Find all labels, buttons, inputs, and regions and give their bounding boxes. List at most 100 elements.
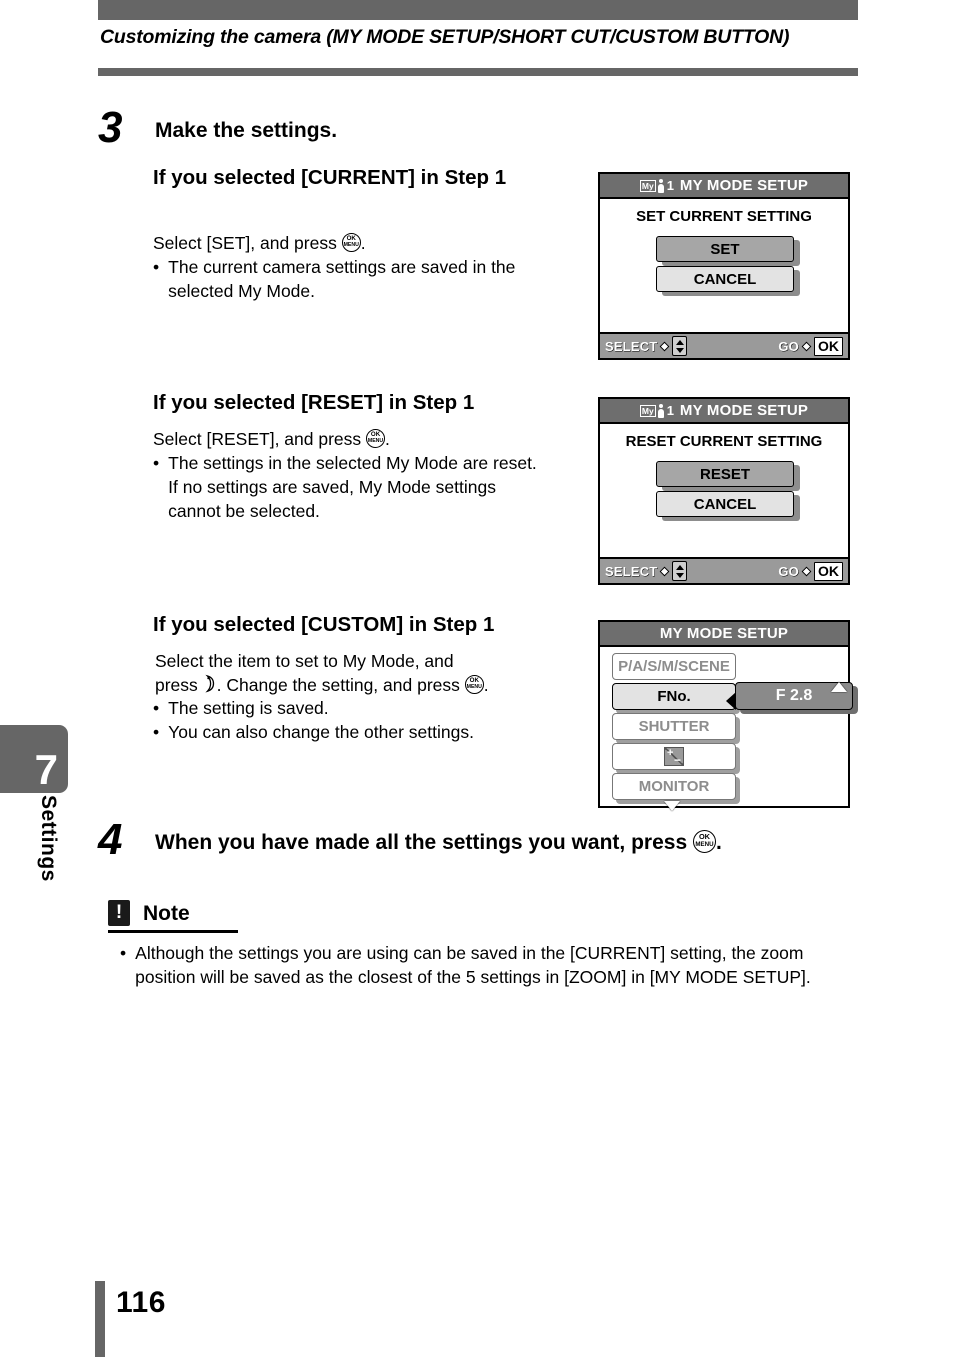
- lcd-button-cancel[interactable]: CANCEL: [656, 266, 794, 292]
- section-current-heading: If you selected [CURRENT] in Step 1: [153, 166, 507, 189]
- lcd-footer-select: SELECT: [605, 561, 688, 581]
- lcd-footer-bar: SELECT GO OK: [600, 557, 848, 583]
- bullet-dot: •: [153, 721, 160, 742]
- list-item: • The current camera settings are saved …: [153, 256, 548, 304]
- step-3-number: 3: [98, 103, 123, 152]
- list-item: • You can also change the other settings…: [153, 721, 553, 745]
- page-header-title: Customizing the camera (MY MODE SETUP/SH…: [100, 26, 790, 48]
- up-down-pad-icon: [672, 561, 688, 581]
- bullet-text: You can also change the other settings.: [168, 721, 474, 742]
- menu-item-monitor[interactable]: MONITOR: [612, 773, 736, 800]
- section-custom-instruction-line1: Select the item to set to My Mode, and: [155, 651, 454, 671]
- section-custom-instruction: Select the item to set to My Mode, and p…: [155, 650, 555, 698]
- chapter-tab: 7: [0, 725, 68, 793]
- ok-box-icon: OK: [814, 336, 843, 356]
- list-item: • Although the settings you are using ca…: [120, 942, 860, 990]
- page-number: 116: [116, 1286, 166, 1319]
- bullet-dot: •: [153, 257, 160, 277]
- section-custom-heading: If you selected [CUSTOM] in Step 1: [153, 613, 495, 636]
- chapter-number: 7: [34, 746, 58, 793]
- header-bottom-rule: [98, 68, 858, 76]
- exclamation-glyph: !: [115, 902, 123, 923]
- list-item: • The settings in the selected My Mode a…: [153, 452, 543, 523]
- section-custom-instruction-line2: press . Change the setting, and press .: [155, 674, 555, 698]
- lcd-button-set[interactable]: SET: [656, 236, 794, 262]
- ok-box-icon: OK: [814, 561, 843, 581]
- section-current-instruction: Select [SET], and press .: [153, 232, 553, 256]
- step-4-text: When you have made all the settings you …: [155, 831, 688, 854]
- scroll-down-icon[interactable]: [664, 801, 680, 811]
- select-label: SELECT: [605, 338, 658, 354]
- bullet-text: The setting is saved.: [168, 698, 329, 718]
- step-3-title: Make the settings.: [155, 119, 338, 142]
- bullet-dot: •: [120, 943, 127, 963]
- menu-item-pasm-scene[interactable]: P/A/S/M/SCENE: [612, 653, 736, 680]
- go-label: GO: [778, 563, 799, 579]
- section-reset-bullets: • The settings in the selected My Mode a…: [153, 452, 543, 523]
- step-4-number: 4: [98, 815, 123, 864]
- manual-page: Customizing the camera (MY MODE SETUP/SH…: [0, 0, 954, 1357]
- lcd-title-text: MY MODE SETUP: [659, 625, 789, 642]
- note-bullets: • Although the settings you are using ca…: [120, 942, 860, 990]
- section-custom-bullets: • The setting is saved. • You can also c…: [153, 697, 553, 745]
- bullet-text: The settings in the selected My Mode are…: [168, 453, 537, 473]
- diamond-icon: [801, 341, 812, 351]
- my-mode-1-icon: My 1: [639, 402, 674, 418]
- ok-menu-button-icon: [464, 674, 484, 694]
- step-4-period: .: [715, 831, 722, 854]
- custom-instruction-period: .: [483, 674, 489, 695]
- menu-item-fno[interactable]: FNo.: [612, 683, 736, 710]
- header-top-rule: [98, 0, 858, 20]
- section-reset-heading: If you selected [RESET] in Step 1: [153, 391, 475, 414]
- section-current-instruction-period: .: [360, 233, 366, 253]
- right-arrow-pad-icon: [203, 674, 217, 693]
- footer-bar: [95, 1281, 105, 1357]
- lcd-title-bar: My 1 MY MODE SETUP: [600, 399, 848, 424]
- lcd-title-bar: My 1 MY MODE SETUP: [600, 174, 848, 199]
- step-4-title: When you have made all the settings you …: [155, 830, 875, 856]
- menu-item-shutter[interactable]: SHUTTER: [612, 713, 736, 740]
- exposure-compensation-icon: + −: [664, 747, 684, 766]
- lcd-title-text: MY MODE SETUP: [679, 402, 809, 419]
- section-reset-instruction-period: .: [385, 429, 390, 449]
- lcd-title-text: MY MODE SETUP: [679, 177, 809, 194]
- section-reset-instruction: Select [RESET], and press .: [153, 428, 553, 452]
- diamond-icon: [801, 566, 812, 576]
- bullet-text: The current camera settings are saved in…: [168, 257, 516, 301]
- lcd-footer-bar: SELECT GO OK: [600, 332, 848, 358]
- bullet-text: Although the settings you are using can …: [135, 943, 811, 987]
- lcd-title-bar: MY MODE SETUP: [600, 622, 848, 647]
- bullet-dot: •: [153, 453, 160, 473]
- section-reset-instruction-text: Select [RESET], and press: [153, 429, 362, 449]
- section-current-instruction-text: Select [SET], and press: [153, 233, 337, 253]
- my-mode-1-icon: My 1: [639, 177, 674, 193]
- go-label: GO: [778, 338, 799, 354]
- select-label: SELECT: [605, 563, 658, 579]
- change-setting-label: . Change the setting, and press: [216, 674, 460, 695]
- ok-menu-button-icon: [692, 830, 716, 853]
- lcd-caption: SET CURRENT SETTING: [636, 208, 812, 225]
- diamond-icon: [660, 566, 670, 576]
- lcd-screen-current: My 1 MY MODE SETUP SET CURRENT SETTING S…: [598, 172, 850, 360]
- bullet-text-secondary: If no settings are saved, My Mode settin…: [168, 476, 496, 521]
- lcd-caption: RESET CURRENT SETTING: [625, 433, 823, 450]
- lcd-button-cancel[interactable]: CANCEL: [656, 491, 794, 517]
- lcd-footer-select: SELECT: [605, 336, 688, 356]
- scroll-up-icon[interactable]: [831, 682, 847, 692]
- lcd-footer-go: GO OK: [778, 336, 843, 356]
- section-current-bullets: • The current camera settings are saved …: [153, 256, 548, 304]
- note-underline: [108, 930, 238, 933]
- up-down-pad-icon: [672, 336, 688, 356]
- exclamation-icon: !: [108, 900, 130, 926]
- lcd-button-reset[interactable]: RESET: [656, 461, 794, 487]
- note-label: Note: [143, 902, 190, 925]
- ok-menu-button-icon: [341, 233, 361, 252]
- lcd-screen-custom: MY MODE SETUP P/A/S/M/SCENE FNo. SHUTTER…: [598, 620, 858, 811]
- list-item: • The setting is saved.: [153, 697, 553, 721]
- menu-item-exposure-compensation[interactable]: + −: [612, 743, 736, 770]
- lcd-screen-reset: My 1 MY MODE SETUP RESET CURRENT SETTING…: [598, 397, 850, 585]
- chapter-label: Settings: [37, 795, 60, 882]
- lcd-footer-go: GO OK: [778, 561, 843, 581]
- diamond-icon: [660, 341, 670, 351]
- bullet-dot: •: [153, 698, 160, 718]
